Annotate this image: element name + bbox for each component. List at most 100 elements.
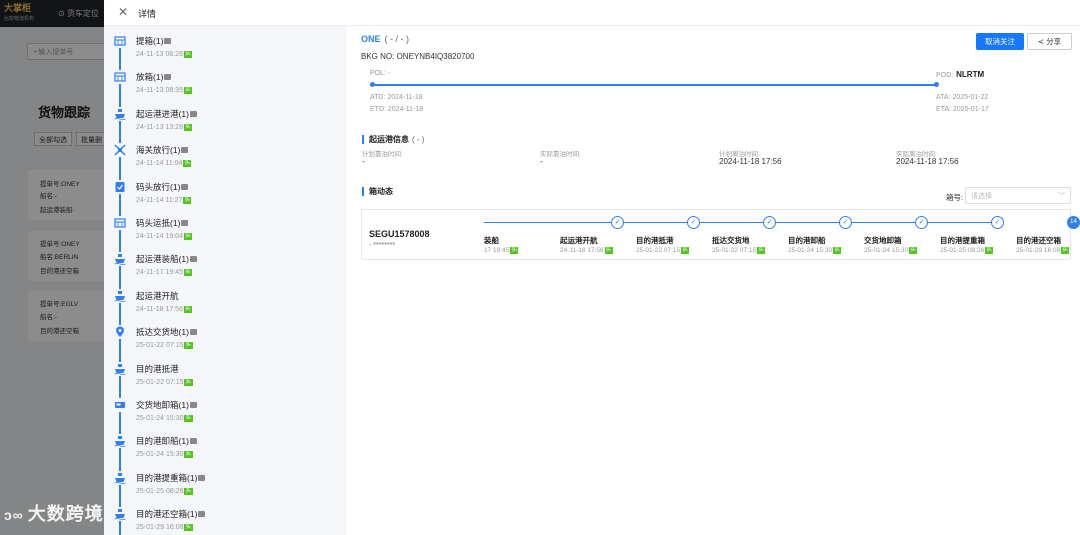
event-name: 码头运抵(1) bbox=[136, 217, 189, 229]
actual-berth-value: - bbox=[540, 157, 543, 166]
location-icon bbox=[113, 325, 127, 340]
ship-icon bbox=[113, 470, 127, 485]
carrier-name: ONE( - / - ) bbox=[361, 34, 409, 44]
event-name: 交货地卸箱(1) bbox=[136, 399, 197, 411]
event-time-text: 24-11-14 19:04 bbox=[136, 233, 183, 240]
step-time-text: 24-11-18 17:56 bbox=[560, 247, 604, 254]
planned-berth-value: - bbox=[362, 157, 365, 166]
event-name: 提箱(1) bbox=[136, 35, 172, 47]
watermark-logo-icon: ↄ∞ bbox=[4, 507, 24, 523]
step-time: 24-11-18 17:56 实 bbox=[560, 247, 613, 254]
document-icon[interactable] bbox=[164, 74, 172, 81]
event-name: 起运港开航 bbox=[136, 290, 179, 302]
carrier-code: ONE bbox=[361, 34, 381, 44]
actual-tag: 实 bbox=[184, 524, 193, 532]
container-card: SEGU1578008 - ******** 装船 17 19:45 实 ✓ 起运港开航… bbox=[361, 209, 1080, 260]
event-time: 24-11-17 19:45 实 bbox=[136, 269, 192, 277]
step-check-icon: ✓ bbox=[611, 216, 624, 229]
document-icon[interactable] bbox=[189, 256, 197, 263]
document-icon[interactable] bbox=[189, 438, 197, 445]
event-timeline: 提箱(1) 24-11-13 06:26 实放箱(1) 24-11-13 08:35 实… bbox=[104, 26, 346, 535]
checklist-icon bbox=[113, 179, 127, 194]
document-icon[interactable] bbox=[198, 511, 206, 518]
step-name: 装船 bbox=[484, 236, 499, 245]
event-count: (1) bbox=[178, 436, 189, 447]
event-name: 目的港抵港 bbox=[136, 363, 179, 375]
event-label: 码头运抵 bbox=[136, 218, 171, 228]
box-select-placeholder: 请选择 bbox=[971, 193, 992, 200]
event-count: (1) bbox=[178, 108, 189, 119]
event-time: 25-01-25 08:26 实 bbox=[136, 487, 193, 495]
box-section-title: 箱动态 bbox=[362, 187, 393, 196]
event-time: 24-11-13 08:35 实 bbox=[136, 87, 192, 95]
step-check-icon: ✓ bbox=[763, 216, 776, 229]
event-time-text: 24-11-13 06:26 bbox=[136, 51, 183, 58]
watermark-text: 大数跨境 bbox=[27, 504, 104, 524]
step-check-icon: ✓ bbox=[915, 216, 928, 229]
drawer-header: ✕ 详情 bbox=[104, 0, 1080, 26]
timeline-event: 起运港装船(1) 24-11-17 19:45 实 bbox=[104, 250, 346, 286]
timeline-event: 交货地卸箱(1) 25-01-24 15:30 实 bbox=[104, 396, 346, 432]
step-time-text: 25-01-25 08:26 bbox=[940, 247, 985, 254]
event-time: 24-11-13 06:26 实 bbox=[136, 51, 192, 58]
drawer-title: 详情 bbox=[138, 9, 157, 19]
event-time: 25-01-22 07:15 实 bbox=[136, 378, 193, 386]
step-name: 抵达交货地 bbox=[712, 236, 750, 245]
document-icon[interactable] bbox=[189, 110, 197, 117]
container-icon bbox=[113, 34, 127, 48]
event-name: 码头放行(1) bbox=[136, 181, 189, 193]
event-label: 码头放行 bbox=[136, 181, 171, 192]
event-time: 24-11-14 19:04 实 bbox=[136, 233, 192, 240]
step-time-text: 25-01-29 16:08 bbox=[1016, 247, 1061, 254]
timeline-event: 起运港开航 24-11-18 17:56 实 bbox=[104, 287, 346, 323]
unfollow-button[interactable]: 取消关注 bbox=[976, 33, 1024, 50]
event-time-text: 24-11-14 11:04 bbox=[136, 160, 183, 168]
actual-tag: 实 bbox=[833, 247, 842, 254]
event-label: 提箱 bbox=[136, 36, 154, 46]
event-time-text: 25-01-29 16:08 bbox=[136, 524, 184, 532]
detail-main: ONE( - / - ) BKG NO: ONEYNB4IQ3820700 取消… bbox=[346, 26, 1080, 535]
step-check-icon: ✓ bbox=[687, 216, 700, 229]
step-time: 25-01-24 15:30 实 bbox=[788, 247, 842, 254]
actual-tag: 实 bbox=[681, 247, 690, 254]
document-icon[interactable] bbox=[189, 329, 197, 336]
event-label: 目的港抵港 bbox=[136, 363, 179, 374]
event-label: 抵达交货地 bbox=[136, 327, 179, 338]
section-label: 起运港信息 bbox=[369, 135, 409, 144]
container-icon bbox=[113, 70, 127, 85]
event-time: 24-11-14 11:27 实 bbox=[136, 196, 192, 204]
event-label: 起运港开航 bbox=[136, 290, 179, 301]
event-time-text: 24-11-13 13:28 bbox=[136, 123, 183, 131]
pod-value: NLRTM bbox=[956, 70, 985, 79]
document-icon[interactable] bbox=[181, 147, 189, 154]
ship-icon bbox=[113, 252, 127, 267]
event-time-text: 24-11-18 17:56 bbox=[136, 305, 183, 313]
event-time-text: 25-01-22 07:15 bbox=[136, 378, 184, 386]
document-icon[interactable] bbox=[181, 220, 189, 226]
event-count: (1) bbox=[170, 218, 181, 228]
timeline-event: 目的港抵港 25-01-22 07:15 实 bbox=[104, 360, 346, 396]
document-icon[interactable] bbox=[181, 183, 189, 190]
ship-icon bbox=[113, 288, 127, 303]
step-time: 25-01-22 07:15 实 bbox=[636, 247, 690, 254]
document-icon[interactable] bbox=[198, 474, 206, 481]
close-icon[interactable]: ✕ bbox=[118, 5, 128, 19]
pol-label: POL: bbox=[370, 70, 386, 77]
bkg-label: BKG NO: bbox=[361, 52, 395, 61]
route-end-dot bbox=[934, 82, 939, 87]
share-button[interactable]: ≺ 分享 bbox=[1027, 33, 1072, 50]
step-name: 目的港还空箱 bbox=[1016, 236, 1061, 245]
document-icon[interactable] bbox=[164, 38, 172, 44]
event-count: (1) bbox=[153, 72, 164, 83]
pol: POL: - bbox=[370, 70, 390, 77]
event-time: 25-01-29 16:08 实 bbox=[136, 524, 193, 532]
box-no-select[interactable]: 请选择 ﹀ bbox=[965, 187, 1071, 204]
box-no-label: 箱号: bbox=[946, 193, 964, 202]
planned-berth-label: 计划靠泊时间: bbox=[362, 151, 403, 158]
event-count: (1) bbox=[178, 400, 189, 410]
document-icon[interactable] bbox=[189, 402, 197, 408]
event-time-text: 25-01-24 15:30 bbox=[136, 451, 184, 459]
step-name: 起运港开航 bbox=[560, 236, 598, 245]
container-icon bbox=[113, 216, 127, 230]
event-count: (1) bbox=[187, 509, 198, 520]
